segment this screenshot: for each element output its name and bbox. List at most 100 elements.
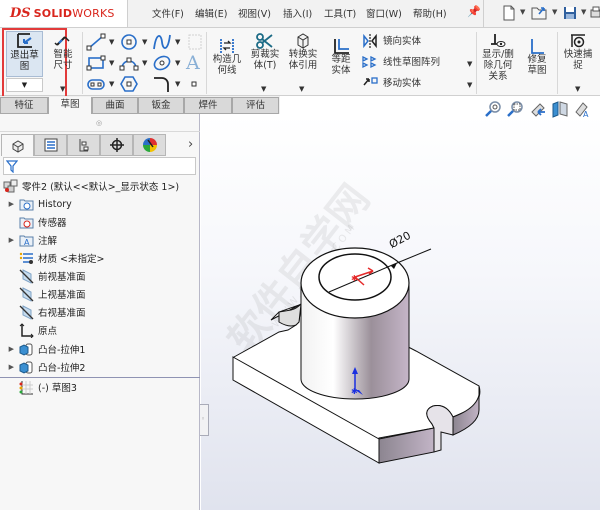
fillet-dropdown[interactable]: ▼ (175, 80, 180, 88)
menu-insert[interactable]: 插入(I) (283, 6, 312, 20)
smart-dimension-dropdown[interactable]: ▼ (60, 85, 65, 93)
circle-dropdown[interactable]: ▼ (142, 38, 147, 46)
tree-item-top-plane[interactable]: 上视基准面 (0, 285, 200, 303)
divider (0, 131, 200, 132)
convert-dropdown[interactable]: ▼ (299, 85, 304, 93)
expand-arrow-icon[interactable]: ▶ (0, 345, 14, 353)
featuremanager-tab[interactable] (1, 134, 34, 156)
construction-geometry-button[interactable]: 构造几何线 (210, 38, 244, 76)
tree-item-right-plane[interactable]: 右视基准面 (0, 303, 200, 321)
rectangle-dropdown[interactable]: ▼ (109, 59, 114, 67)
configurationmanager-tab[interactable] (67, 134, 100, 156)
rectangle-icon[interactable] (86, 54, 106, 72)
tree-item-boss-extrude2[interactable]: ▶ 凸台-拉伸2 (0, 358, 200, 376)
display-delete-relations-button[interactable]: 显示/删除几何关系 (479, 33, 517, 82)
line-dropdown[interactable]: ▼ (109, 38, 114, 46)
menu-window[interactable]: 窗口(W) (366, 6, 402, 20)
tree-item-label: 右视基准面 (38, 308, 86, 319)
spline-icon[interactable] (152, 33, 172, 51)
slot-icon[interactable] (86, 75, 106, 93)
quick-snaps-dropdown[interactable]: ▼ (575, 85, 580, 93)
ellipse-icon[interactable] (152, 54, 172, 72)
smart-dimension-button[interactable]: 智能尺寸 (50, 33, 76, 71)
display-manager-icon (142, 138, 157, 152)
linear-pattern-label[interactable]: 线性草图阵列 (383, 57, 440, 68)
tab-sketch[interactable]: 草图 (48, 97, 92, 114)
expand-arrow-icon[interactable]: ▶ (0, 200, 14, 208)
line-icon[interactable] (86, 33, 106, 51)
configurationmanager-icon (79, 139, 88, 152)
plane-icon (19, 268, 33, 284)
quick-snaps-button[interactable]: 快速捕捉 (560, 33, 596, 71)
text-icon[interactable]: A (186, 52, 200, 74)
brand-name-bold: SOLID (33, 7, 73, 20)
save-icon[interactable] (563, 5, 577, 21)
arc-dropdown[interactable]: ▼ (142, 59, 147, 67)
panel-resize-grip[interactable]: ◎ (96, 119, 102, 127)
display-manager-tab[interactable] (133, 134, 166, 156)
menu-tools[interactable]: 工具(T) (324, 6, 356, 20)
tree-root-part[interactable]: 零件2 (默认<<默认>_显示状态 1>) (3, 177, 203, 195)
fillet-icon[interactable] (152, 75, 172, 93)
expand-arrow-icon[interactable]: ▶ (0, 236, 14, 244)
menu-file[interactable]: 文件(F) (152, 6, 184, 20)
history-folder-icon (19, 199, 33, 210)
save-dropdown-icon[interactable]: ▼ (581, 8, 586, 16)
tree-item-boss-extrude1[interactable]: ▶ 凸台-拉伸1 (0, 340, 200, 358)
move-entities-icon[interactable] (362, 76, 378, 90)
tree-item-sketch3[interactable]: (-) 草图3 (0, 378, 200, 396)
part-model-3d[interactable]: ✱ ✱ (201, 114, 600, 510)
tree-root-label: 零件2 (默认<<默认>_显示状态 1>) (22, 182, 180, 193)
tree-item-front-plane[interactable]: 前视基准面 (0, 267, 200, 285)
tree-item-history[interactable]: ▶ History (0, 195, 200, 213)
tab-features[interactable]: 特征 (0, 97, 48, 114)
move-entities-label[interactable]: 移动实体 (383, 78, 421, 89)
tree-item-origin[interactable]: 原点 (0, 321, 200, 339)
new-document-icon[interactable] (502, 5, 516, 21)
offset-entities-label: 等距实体 (331, 54, 351, 76)
menu-help[interactable]: 帮助(H) (413, 6, 447, 20)
propertymanager-tab[interactable] (34, 134, 67, 156)
tree-item-sensors[interactable]: 传感器 (0, 213, 200, 231)
repair-sketch-button[interactable]: 修复草图 (520, 38, 554, 76)
tree-item-label: 注解 (38, 236, 58, 247)
new-dropdown-icon[interactable]: ▼ (520, 8, 525, 16)
trim-dropdown[interactable]: ▼ (261, 85, 266, 93)
point-icon[interactable] (190, 80, 198, 88)
linear-pattern-dropdown[interactable]: ▼ (467, 60, 472, 68)
menu-edit[interactable]: 编辑(E) (195, 6, 227, 20)
dimxpert-tab[interactable] (100, 134, 133, 156)
menu-view[interactable]: 视图(V) (238, 6, 271, 20)
mirror-entities-label[interactable]: 镜向实体 (383, 36, 421, 47)
open-icon[interactable] (531, 5, 549, 21)
tree-filter-input[interactable] (3, 157, 196, 175)
polygon-icon[interactable] (119, 75, 139, 93)
pin-icon[interactable]: 📌 (467, 5, 481, 18)
solidworks-logo[interactable]: DS SOLIDWORKS (0, 0, 128, 28)
tab-weldments[interactable]: 焊件 (184, 97, 232, 114)
offset-entities-button[interactable]: 等距实体 (324, 38, 358, 76)
move-dropdown[interactable]: ▼ (467, 81, 472, 89)
arc-icon[interactable] (119, 54, 139, 72)
linear-pattern-icon[interactable] (362, 55, 378, 69)
convert-entities-button[interactable]: 转换实体引用 (286, 33, 320, 71)
tab-evaluate[interactable]: 评估 (232, 97, 279, 114)
tree-item-material[interactable]: 材质 <未指定> (0, 249, 200, 267)
tab-sheet-metal[interactable]: 钣金 (138, 97, 184, 114)
construction-geometry-label: 构造几何线 (212, 54, 242, 76)
expand-arrow-icon[interactable]: ▶ (0, 363, 14, 371)
slot-dropdown[interactable]: ▼ (109, 80, 114, 88)
circle-icon[interactable] (119, 33, 139, 51)
open-dropdown-icon[interactable]: ▼ (552, 8, 557, 16)
trim-entities-button[interactable]: 剪裁实体(T) (248, 33, 282, 71)
tab-surfaces[interactable]: 曲面 (92, 97, 138, 114)
spline-dropdown[interactable]: ▼ (175, 38, 180, 46)
print-icon[interactable] (590, 5, 600, 21)
tree-item-annotations[interactable]: ▶ A 注解 (0, 231, 200, 249)
trim-entities-icon (256, 33, 273, 49)
dimxpert-icon (109, 138, 124, 152)
mirror-entities-icon[interactable] (362, 34, 378, 48)
ellipse-dropdown[interactable]: ▼ (175, 59, 180, 67)
surface-grid-icon[interactable] (185, 33, 205, 51)
panel-more-arrow[interactable]: › (188, 137, 193, 152)
